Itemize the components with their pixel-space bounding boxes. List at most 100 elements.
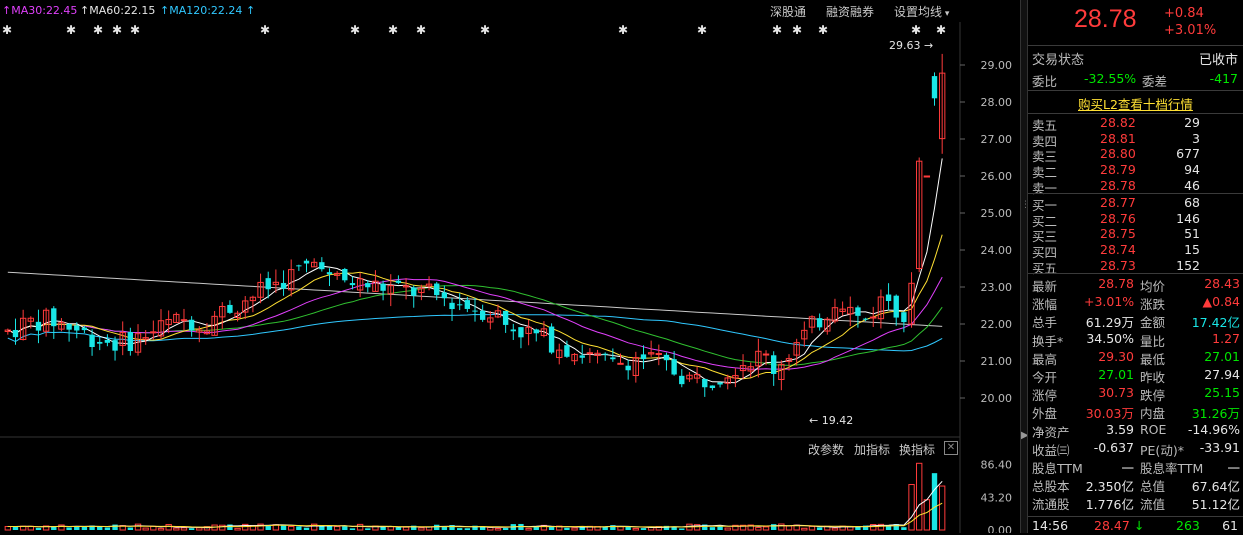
candle-body [579, 355, 585, 358]
price-tick-label: 24.00 [981, 244, 1013, 257]
volume-bar [801, 527, 808, 531]
candle-body [319, 262, 325, 270]
volume-bar [457, 528, 463, 530]
candle-body [441, 292, 448, 299]
low-price-annotation: ← 19.42 [809, 414, 853, 427]
candle-body [280, 282, 287, 289]
volume-bar [571, 527, 578, 531]
order-volume: 94 [1184, 162, 1200, 178]
order-price: 28.76 [1100, 210, 1136, 226]
candle-body [342, 269, 348, 281]
buy-l2-link[interactable]: 购买L2查看十档行情 [1078, 94, 1193, 113]
volume-bar [709, 527, 716, 530]
order-volume: 46 [1184, 177, 1200, 193]
candle-body [870, 316, 877, 319]
divider [1028, 516, 1243, 517]
volume-bar [196, 527, 203, 531]
stats-row: 换手* 34.50% 量比 1.27 [1028, 330, 1243, 349]
volume-bar [104, 527, 111, 530]
stat-label: 金额 [1140, 315, 1166, 331]
candle-body [434, 283, 440, 296]
order-price: 28.77 [1100, 195, 1136, 210]
event-star-icon: ✱ [260, 23, 270, 37]
stats-row: 净资产 3.59 ROE -14.96% [1028, 421, 1243, 440]
order-book-row: 买二 28.76 146 [1028, 210, 1243, 229]
candle-body [518, 327, 524, 338]
volume-bar [494, 527, 502, 531]
candle-body [602, 353, 608, 355]
candle-body [380, 283, 386, 291]
stat-value: 61.29万 [1085, 315, 1134, 331]
volume-bar [303, 527, 310, 530]
change-params-button[interactable]: 改参数 [808, 441, 844, 458]
candle-body [717, 382, 723, 385]
order-price: 28.74 [1100, 242, 1136, 258]
order-price: 28.79 [1100, 162, 1136, 178]
volume-tick-label: 0.00 [988, 524, 1013, 533]
order-volume: 677 [1176, 146, 1200, 162]
tick-count: 61 [1222, 518, 1238, 533]
candle-body [104, 339, 111, 343]
close-icon[interactable]: ✕ [944, 441, 958, 455]
stats-row: 股息TTM 一股息率TTM 一 [1028, 458, 1243, 476]
volume-bar [188, 528, 195, 530]
stat-label: 今开 [1032, 370, 1058, 385]
swap-indicator-button[interactable]: 换指标 [899, 441, 935, 458]
order-volume: 146 [1176, 210, 1200, 226]
candle-body [51, 308, 57, 327]
stat-value: ▲0.84 [1202, 294, 1240, 310]
candle-body [180, 319, 188, 322]
stat-label: 股息率TTM [1140, 461, 1204, 476]
event-star-icon: ✱ [416, 23, 426, 37]
order-price: 28.80 [1100, 146, 1136, 162]
event-star-icon: ✱ [93, 23, 103, 37]
stat-label: 涨跌 [1140, 297, 1166, 313]
candle-body [762, 353, 770, 356]
order-price: 28.78 [1100, 177, 1136, 193]
wei-bi-label: 委比 [1032, 74, 1058, 89]
stat-label: ROE [1140, 421, 1167, 437]
volume-bar [35, 527, 42, 530]
volume-ma-line [7, 502, 943, 528]
volume-bar [165, 524, 172, 531]
stat-value: 30.73 [1098, 385, 1134, 401]
stat-value: 一 [1227, 461, 1240, 476]
candle-body [510, 329, 516, 332]
order-volume: 152 [1176, 257, 1200, 273]
volume-bar [901, 527, 907, 530]
volume-bar [679, 528, 685, 530]
stat-value: 17.42亿 [1191, 315, 1240, 331]
wei-cha-value: -417 [1209, 71, 1238, 86]
volume-bar [333, 526, 341, 531]
volume-bar [97, 526, 103, 530]
stat-label: 流通股 [1032, 497, 1070, 513]
candle-body [326, 272, 333, 275]
volume-bar [134, 523, 142, 531]
stat-label: 最低 [1140, 351, 1166, 367]
stats-row: 最高 29.30 最低 27.01 [1028, 349, 1243, 367]
volume-bar [640, 528, 647, 530]
stats-row: 涨停 30.73 跌停 25.15 [1028, 385, 1243, 403]
candle-body [74, 325, 80, 331]
event-star-icon: ✱ [112, 23, 122, 37]
volume-ma-line [7, 480, 943, 529]
order-book-row: 卖五 28.82 29 [1028, 115, 1243, 133]
add-indicator-button[interactable]: 加指标 [854, 441, 890, 458]
volume-bar [525, 527, 532, 531]
stat-label: 收益㈢ [1032, 442, 1070, 458]
stat-value: 31.26万 [1191, 406, 1240, 422]
order-volume: 29 [1184, 115, 1200, 130]
candle-body [862, 318, 869, 320]
candle-body [893, 295, 899, 318]
stat-value: 34.50% [1086, 330, 1134, 346]
kline-chart-area[interactable]: ↑MA30:22.45 ↑MA60:22.15 ↑MA120:22.24 ↑ 深… [0, 0, 1020, 533]
volume-bar [418, 527, 425, 531]
stat-value: 1.27 [1212, 330, 1240, 346]
volume-bar [387, 526, 394, 531]
stat-label: 内盘 [1140, 406, 1166, 422]
stat-label: 净资产 [1032, 424, 1070, 440]
price-tick-label: 27.00 [981, 133, 1013, 146]
candle-body [35, 321, 42, 331]
order-book-row: 买三 28.75 51 [1028, 226, 1243, 244]
stat-label: 最新 [1032, 279, 1058, 294]
